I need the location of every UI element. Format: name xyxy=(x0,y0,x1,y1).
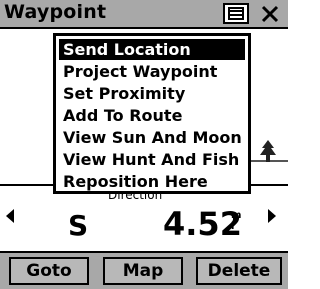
right-arrow-icon[interactable] xyxy=(267,208,277,228)
distance-unit-top: m xyxy=(231,210,242,221)
menu-item-project-waypoint[interactable]: Project Waypoint xyxy=(59,61,245,82)
delete-button[interactable]: Delete xyxy=(196,257,282,285)
menu-item-add-to-route[interactable]: Add To Route xyxy=(59,105,245,126)
map-button[interactable]: Map xyxy=(103,257,183,285)
close-button[interactable] xyxy=(254,3,286,24)
distance-unit-bottom: i xyxy=(231,221,235,232)
direction-value: S xyxy=(68,209,89,242)
menu-item-view-hunt-and-fish[interactable]: View Hunt And Fish xyxy=(59,149,245,170)
menu-item-send-location[interactable]: Send Location xyxy=(59,39,245,60)
menu-item-set-proximity[interactable]: Set Proximity xyxy=(59,83,245,104)
tree-icon xyxy=(258,139,278,167)
goto-button[interactable]: Goto xyxy=(9,257,89,285)
left-arrow-icon[interactable] xyxy=(5,208,15,228)
close-icon xyxy=(261,5,279,23)
menu-item-view-sun-and-moon[interactable]: View Sun And Moon xyxy=(59,127,245,148)
options-menu: Send Location Project Waypoint Set Proxi… xyxy=(53,33,251,194)
page-title: Waypoint xyxy=(4,1,107,23)
menu-button[interactable] xyxy=(223,3,249,24)
menu-item-reposition-here[interactable]: Reposition Here xyxy=(59,171,245,192)
